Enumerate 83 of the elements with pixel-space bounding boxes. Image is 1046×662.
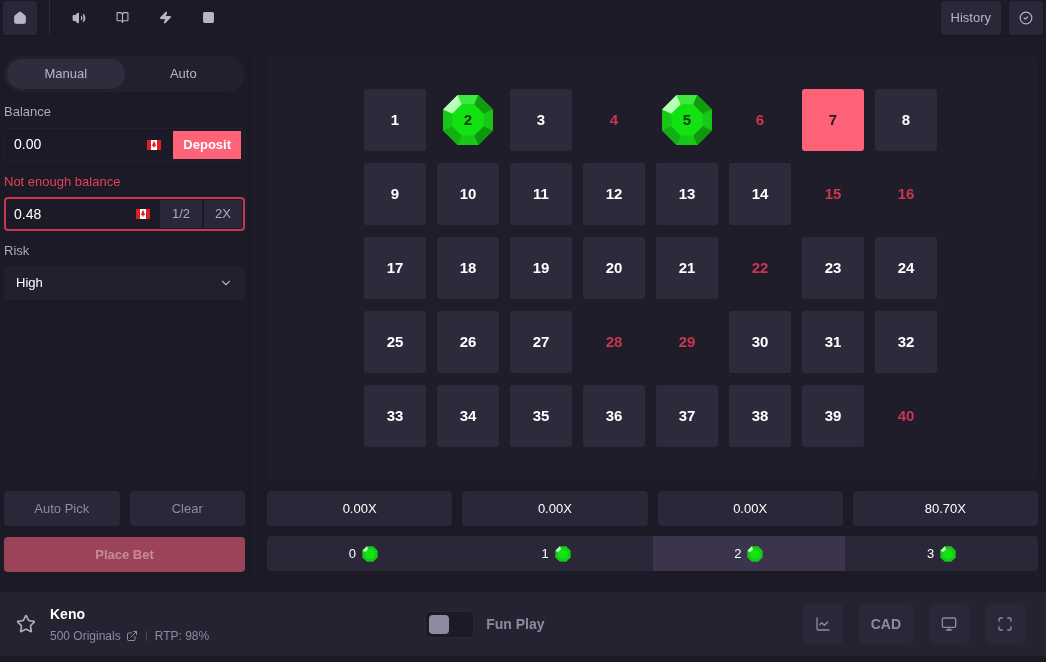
favorite-icon[interactable] (16, 614, 36, 634)
balance-label: Balance (4, 103, 52, 121)
monitor-icon (941, 616, 957, 632)
game-title: Keno (50, 604, 86, 624)
rtp-text: RTP: 98% (154, 627, 210, 645)
external-link-icon[interactable] (125, 629, 138, 642)
half-button[interactable]: 1/2 (160, 200, 202, 228)
number-tile[interactable]: 23 (802, 237, 864, 299)
double-button[interactable]: 2X (204, 200, 242, 228)
home-icon (13, 10, 27, 25)
gem-icon (747, 545, 764, 562)
number-tile[interactable]: 27 (510, 311, 572, 373)
line-chart-icon (814, 616, 831, 632)
number-tile[interactable]: 38 (729, 385, 791, 447)
risk-select[interactable]: High (4, 265, 245, 300)
home-button[interactable] (3, 0, 37, 35)
fullscreen-button[interactable] (985, 604, 1025, 644)
check-circle-icon (1019, 10, 1033, 25)
number-tile[interactable]: 24 (875, 237, 937, 299)
payout-cell: 0.00X (267, 491, 453, 526)
number-tile[interactable]: 30 (729, 311, 791, 373)
number-tile[interactable]: 1 (364, 89, 426, 151)
flag-icon (136, 209, 150, 219)
lightning-icon (158, 11, 172, 24)
hit-count: 0 (348, 544, 356, 563)
stats-button[interactable] (802, 604, 843, 644)
gem-icon (661, 94, 713, 146)
number-tile[interactable]: 37 (656, 385, 718, 447)
auto-pick-button[interactable]: Auto Pick (4, 491, 120, 526)
balance-field[interactable]: 0.00 Deposit (4, 127, 245, 162)
fairness-button[interactable] (1009, 0, 1043, 35)
error-message: Not enough balance (4, 172, 122, 191)
gem-icon (554, 545, 571, 562)
number-tile[interactable]: 17 (364, 237, 426, 299)
hit-count: 1 (541, 544, 549, 563)
number-tile[interactable]: 25 (364, 311, 426, 373)
gem-icon (940, 545, 957, 562)
bet-amount-field[interactable]: 0.48 1/2 2X (4, 197, 245, 231)
gem-tile[interactable]: 5 (656, 89, 718, 151)
number-tile[interactable]: 8 (875, 89, 937, 151)
number-tile[interactable]: 21 (656, 237, 718, 299)
number-tile[interactable]: 14 (729, 163, 791, 225)
number-tile[interactable]: 9 (364, 163, 426, 225)
number-tile[interactable]: 18 (437, 237, 499, 299)
number-tile[interactable]: 13 (656, 163, 718, 225)
risk-label: Risk (4, 242, 31, 260)
number-tile[interactable]: 10 (437, 163, 499, 225)
theatre-mode-button[interactable] (929, 604, 969, 644)
gem-tile[interactable]: 2 (437, 89, 499, 151)
number-tile[interactable]: 11 (510, 163, 572, 225)
square-icon (201, 11, 215, 24)
payout-cell: 0.00X (657, 491, 843, 526)
clear-button[interactable]: Clear (129, 491, 245, 526)
number-tile[interactable]: 12 (583, 163, 645, 225)
number-tile[interactable]: 20 (583, 237, 645, 299)
hit-count: 3 (927, 544, 935, 563)
mode-tab[interactable]: Manual (7, 59, 125, 89)
payout-cell: 80.70X (852, 491, 1038, 526)
number-tile[interactable]: 3 (510, 89, 572, 151)
number-tile[interactable]: 36 (583, 385, 645, 447)
fun-play-toggle[interactable] (425, 610, 475, 638)
provider-link[interactable]: 500 Originals (50, 626, 121, 645)
number-tile[interactable]: 34 (437, 385, 499, 447)
fun-play-label: Fun Play (486, 614, 545, 634)
gem-icon (362, 545, 378, 562)
history-button[interactable]: History (940, 0, 1001, 35)
number-tile[interactable]: 35 (510, 385, 572, 447)
number-tile[interactable]: 39 (802, 385, 864, 447)
number-tile[interactable]: 31 (802, 311, 864, 373)
number-tile[interactable]: 33 (364, 385, 426, 447)
number-tile[interactable]: 7 (802, 89, 864, 151)
mode-tab[interactable]: Auto (124, 59, 242, 89)
speaker-icon (72, 10, 86, 25)
number-tile[interactable]: 32 (875, 311, 937, 373)
currency-button[interactable]: CAD (858, 604, 913, 644)
fullscreen-icon (997, 616, 1013, 632)
flag-icon (147, 139, 162, 150)
number-tile[interactable]: 19 (510, 237, 572, 299)
hit-count: 2 (734, 544, 742, 563)
payout-cell: 0.00X (462, 491, 648, 526)
number-tile[interactable]: 26 (437, 311, 499, 373)
gem-icon (442, 94, 494, 146)
book-icon (115, 11, 129, 24)
